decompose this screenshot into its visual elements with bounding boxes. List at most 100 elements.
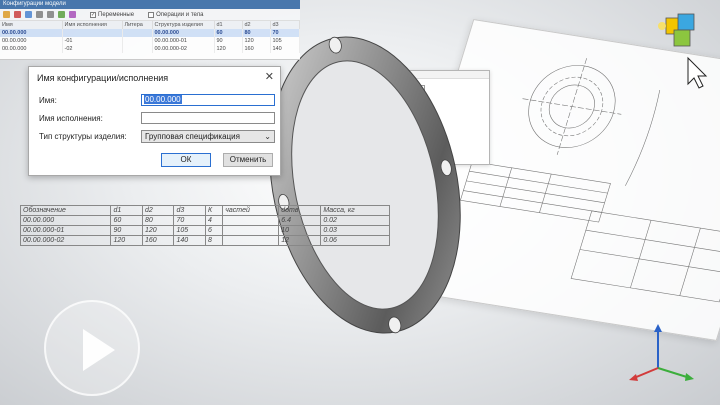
- cell: 00.00.000: [0, 45, 63, 53]
- ok-button[interactable]: ОК: [161, 153, 211, 167]
- cell: -02: [62, 45, 123, 53]
- dialog-title: Имя конфигурации/исполнения: [37, 73, 169, 83]
- col-d2[interactable]: d2: [242, 21, 271, 29]
- cursor-icon: [687, 56, 708, 89]
- model-configurations-window: Конфигурации модели ✓ Переменные Операци…: [0, 0, 300, 60]
- configurations-table-header: Имя Имя исполнения Литера Структура изде…: [0, 21, 300, 29]
- cell: [122, 37, 153, 45]
- cell: 60: [110, 215, 143, 226]
- add-config-icon[interactable]: [3, 11, 10, 18]
- col-name[interactable]: Имя: [0, 21, 63, 29]
- col-parts: частей: [222, 205, 280, 216]
- cell: 160: [242, 45, 271, 53]
- cell: 70: [270, 29, 300, 37]
- cell: 140: [270, 45, 300, 53]
- name-field-value: 00.00.000: [144, 95, 182, 104]
- ring-part-image: [269, 36, 461, 334]
- cell: 120: [242, 37, 271, 45]
- cell: 0.02: [320, 215, 390, 226]
- table-row: 00.00.000-01 90 120 105 6 10 0.03: [19, 225, 390, 236]
- checkbox-empty-icon: [148, 11, 155, 18]
- col-d1: d1: [110, 205, 143, 216]
- close-icon[interactable]: ✕: [265, 70, 274, 83]
- cell: [222, 235, 280, 246]
- cell: 120: [141, 225, 175, 236]
- structure-type-value: Групповая спецификация: [145, 132, 240, 141]
- play-button[interactable]: [44, 300, 140, 396]
- cancel-button[interactable]: Отменить: [223, 153, 273, 167]
- col-litera[interactable]: Литера: [122, 21, 153, 29]
- cell: 120: [110, 235, 143, 246]
- cell: 8: [204, 235, 224, 246]
- cell: [62, 29, 123, 37]
- table-row[interactable]: 00.00.000 -02 00.00.000-02 120 160 140: [0, 45, 300, 53]
- operations-label: Операции и тела: [156, 11, 204, 18]
- cell: 90: [110, 225, 143, 236]
- checkbox-checked-icon: ✓: [90, 11, 96, 18]
- move-up-icon[interactable]: [36, 11, 43, 18]
- col-designation: Обозначение: [19, 205, 112, 216]
- structure-type-label: Тип структуры изделия:: [39, 132, 127, 141]
- delete-config-icon[interactable]: [14, 11, 21, 18]
- name-label: Имя:: [39, 96, 57, 105]
- variables-checkbox[interactable]: ✓ Переменные: [90, 11, 135, 18]
- cell: 10: [278, 225, 322, 236]
- cell: 80: [242, 29, 271, 37]
- config-toolbar: ✓ Переменные Операции и тела: [0, 9, 300, 21]
- cell: 00.00.000-01: [152, 37, 215, 45]
- copy-config-icon[interactable]: [25, 11, 32, 18]
- cell: 00.00.000-02: [152, 45, 215, 53]
- apply-config-icon[interactable]: [58, 11, 65, 18]
- config-name-dialog: Имя конфигурации/исполнения ✕ Имя: 00.00…: [28, 66, 281, 176]
- operations-checkbox[interactable]: Операции и тела: [148, 11, 204, 18]
- cell: 00.00.000-01: [19, 225, 112, 236]
- cell: 00.00.000: [0, 37, 63, 45]
- cell: 00.00.000: [152, 29, 215, 37]
- exec-name-label: Имя исполнения:: [39, 114, 103, 123]
- col-d1[interactable]: d1: [214, 21, 243, 29]
- cell: 80: [141, 215, 175, 226]
- cell: -01: [62, 37, 123, 45]
- cell: [222, 215, 280, 226]
- exec-name-field[interactable]: [141, 112, 275, 124]
- table-row[interactable]: 00.00.000 -01 00.00.000-01 90 120 105: [0, 37, 300, 45]
- move-down-icon[interactable]: [47, 11, 54, 18]
- col-d3: d3: [173, 205, 206, 216]
- cell: 70: [173, 215, 206, 226]
- cell: 4: [204, 215, 224, 226]
- parameters-table: Обозначение d1 d2 d3 К частей dотв Масса…: [19, 205, 390, 246]
- cell: 00.00.000-02: [19, 235, 112, 246]
- settings-icon[interactable]: [69, 11, 76, 18]
- axes-icon: [629, 324, 694, 381]
- chevron-down-icon: ⌄: [264, 132, 271, 141]
- kompas-logo-icon: [658, 13, 708, 89]
- play-icon: [83, 329, 115, 371]
- col-exec-name[interactable]: Имя исполнения: [62, 21, 123, 29]
- cell: 160: [141, 235, 175, 246]
- cell: 0.06: [320, 235, 390, 246]
- col-mass: Масса, кг: [320, 205, 390, 216]
- col-d2: d2: [141, 205, 175, 216]
- parameters-table-header: Обозначение d1 d2 d3 К частей dотв Масса…: [19, 205, 390, 216]
- table-row[interactable]: 00.00.000 00.00.000 60 80 70: [0, 29, 300, 37]
- col-dotv: dотв: [278, 205, 322, 216]
- col-d3[interactable]: d3: [270, 21, 300, 29]
- structure-type-select[interactable]: Групповая спецификация ⌄: [141, 130, 275, 143]
- cell: 105: [173, 225, 206, 236]
- cell: 105: [270, 37, 300, 45]
- variables-label: Переменные: [98, 11, 135, 18]
- col-k: К: [204, 205, 224, 216]
- cell: 120: [214, 45, 243, 53]
- cell: [222, 225, 280, 236]
- cell: [122, 29, 153, 37]
- cell: 90: [214, 37, 243, 45]
- cell: 6: [204, 225, 224, 236]
- cell: 0.03: [320, 225, 390, 236]
- table-row: 00.00.000-02 120 160 140 8 12 0.06: [19, 235, 390, 246]
- col-structure[interactable]: Структура изделия: [152, 21, 215, 29]
- name-field[interactable]: 00.00.000: [141, 94, 275, 106]
- cell: 140: [173, 235, 206, 246]
- configurations-table: Имя Имя исполнения Литера Структура изде…: [0, 21, 300, 53]
- table-row: 00.00.000 60 80 70 4 6.4 0.02: [19, 215, 390, 226]
- cell: 00.00.000: [0, 29, 63, 37]
